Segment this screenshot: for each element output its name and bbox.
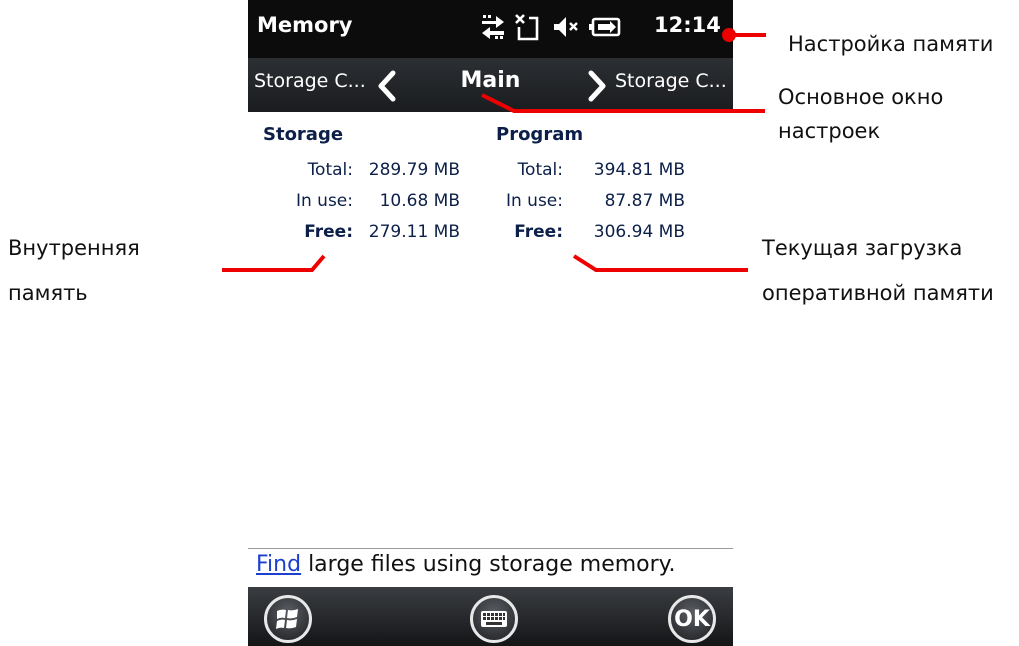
annotation-main-window: Основное окно настроек	[778, 80, 943, 148]
annotation-internal-memory: Внутренняя память	[8, 226, 140, 316]
annotation-line-internal-memory	[222, 254, 326, 272]
annotation-ram-load-line1: Текущая загрузка	[762, 236, 963, 260]
annotation-ram-load-line2: оперативной памяти	[762, 281, 994, 305]
annotation-main-window-line1: Основное окно	[778, 85, 944, 109]
annotation-internal-memory-line2: память	[8, 281, 88, 305]
annotation-line-main-window	[481, 93, 765, 113]
annotation-ram-load: Текущая загрузка оперативной памяти	[762, 226, 994, 316]
annotation-line-ram-load	[572, 254, 748, 272]
annotation-main-window-line2: настроек	[778, 119, 881, 143]
annotation-internal-memory-line1: Внутренняя	[8, 236, 140, 260]
